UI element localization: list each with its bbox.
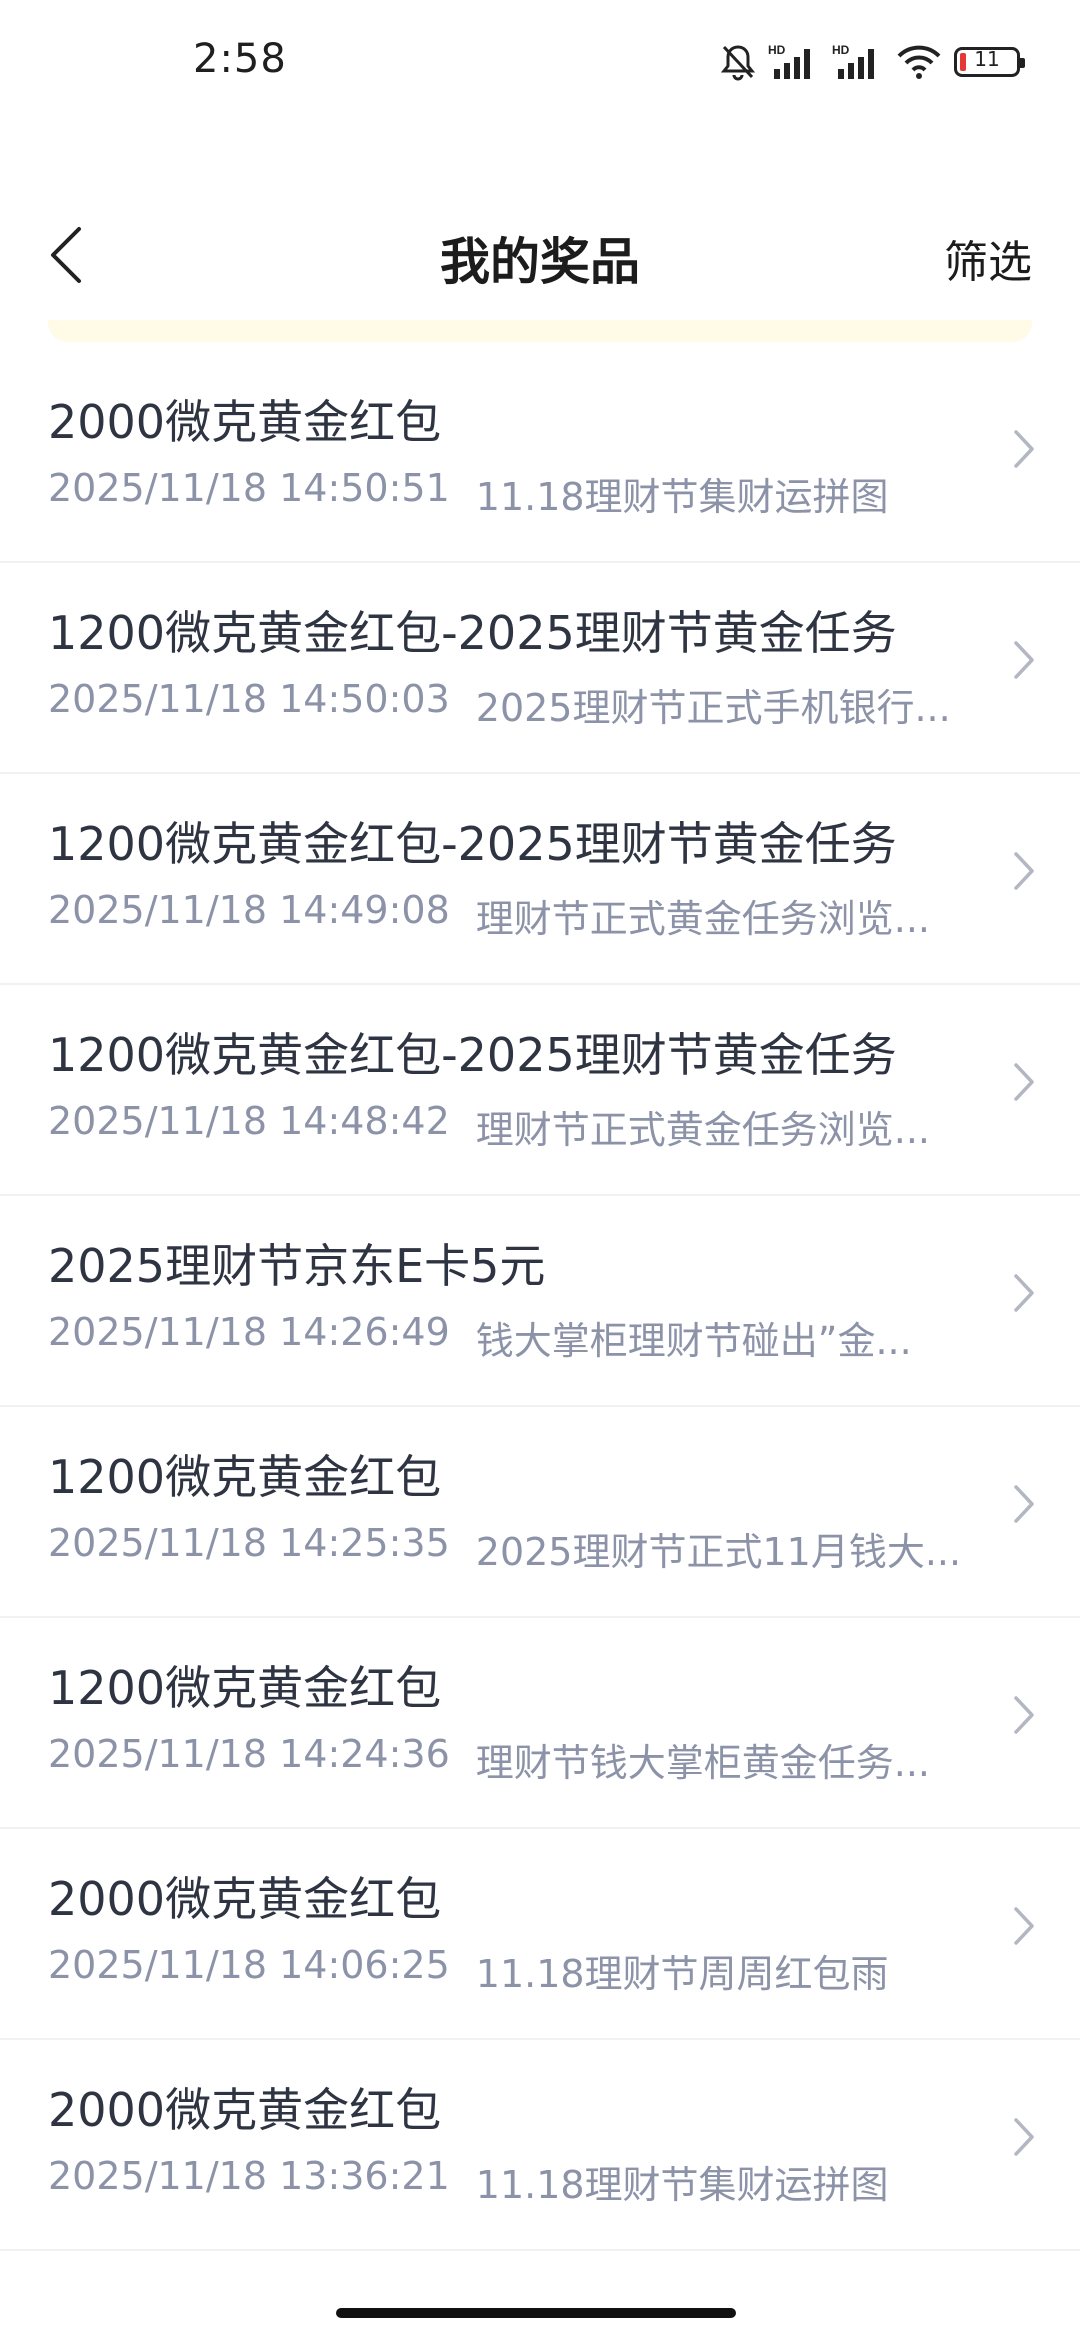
prize-time: 2025/11/18 14:26:49 xyxy=(48,1310,450,1354)
prize-subtitle: 2025/11/18 14:25:35 2025理财节正式11月钱大... xyxy=(48,1521,978,1576)
notice-strip xyxy=(48,320,1032,342)
prize-time: 2025/11/18 14:48:42 xyxy=(48,1099,450,1143)
prize-description: 理财节钱大掌柜黄金任务... xyxy=(475,1741,931,1785)
prize-row[interactable]: 2000微克黄金红包 2025/11/18 14:50:51 11.18理财节集财运… xyxy=(0,352,1080,563)
chevron-right-icon xyxy=(1014,1274,1034,1312)
chevron-right-icon xyxy=(1014,641,1034,679)
prize-description: 2025理财节正式11月钱大... xyxy=(475,1530,962,1574)
prize-row[interactable]: 1200微克黄金红包 2025/11/18 14:25:35 2025理财节正式11… xyxy=(0,1407,1080,1618)
prize-time: 2025/11/18 14:06:25 xyxy=(48,1943,450,1987)
prize-title: 1200微克黄金红包 xyxy=(48,1661,442,1715)
prize-title: 2000微克黄金红包 xyxy=(48,395,442,449)
prize-subtitle: 2025/11/18 14:50:51 11.18理财节集财运拼图 xyxy=(48,466,978,521)
prize-description: 2025理财节正式手机银行... xyxy=(475,686,951,730)
prize-title: 2000微克黄金红包 xyxy=(48,2083,442,2137)
wifi-icon xyxy=(896,44,942,80)
svg-text:HD: HD xyxy=(768,43,786,57)
prize-row[interactable]: 2025理财节京东E卡5元 2025/11/18 14:26:49 钱大掌柜理财节碰… xyxy=(0,1196,1080,1407)
prize-time: 2025/11/18 14:49:08 xyxy=(48,888,450,932)
chevron-right-icon xyxy=(1014,1485,1034,1523)
prize-row[interactable]: 2000微克黄金红包 2025/11/18 13:36:21 11.18理财节集财运… xyxy=(0,2040,1080,2251)
home-indicator[interactable] xyxy=(336,2308,736,2318)
prize-time: 2025/11/18 14:25:35 xyxy=(48,1521,450,1565)
chevron-right-icon xyxy=(1014,430,1034,468)
prize-row[interactable]: 1200微克黄金红包 2025/11/18 14:24:36 理财节钱大掌柜黄金任务… xyxy=(0,1618,1080,1829)
prize-title: 1200微克黄金红包-2025理财节黄金任务 xyxy=(48,606,897,660)
prize-description: 11.18理财节周周红包雨 xyxy=(475,1952,889,1996)
battery-level: 11 xyxy=(974,47,1000,71)
prize-title: 2025理财节京东E卡5元 xyxy=(48,1239,546,1293)
mute-bell-icon xyxy=(720,43,756,81)
prize-description: 11.18理财节集财运拼图 xyxy=(475,2163,889,2207)
prize-row[interactable]: 1200微克黄金红包-2025理财节黄金任务 2025/11/18 14:50:0… xyxy=(0,563,1080,774)
prize-row[interactable]: 1200微克黄金红包-2025理财节黄金任务 2025/11/18 14:48:4… xyxy=(0,985,1080,1196)
prize-description: 11.18理财节集财运拼图 xyxy=(475,475,889,519)
svg-text:HD: HD xyxy=(832,43,850,57)
prize-row[interactable]: 2000微克黄金红包 2025/11/18 14:06:25 11.18理财节周周红… xyxy=(0,1829,1080,2040)
prize-title: 1200微克黄金红包 xyxy=(48,1450,442,1504)
status-bar: 2:58 HD HD 11 xyxy=(0,0,1080,124)
prize-description: 理财节正式黄金任务浏览... xyxy=(475,897,931,941)
hd-signal-icon: HD xyxy=(768,43,820,81)
chevron-right-icon xyxy=(1014,2118,1034,2156)
chevron-right-icon xyxy=(1014,1063,1034,1101)
chevron-right-icon xyxy=(1014,852,1034,890)
page-title: 我的奖品 xyxy=(440,233,640,291)
prize-title: 1200微克黄金红包-2025理财节黄金任务 xyxy=(48,1028,897,1082)
prize-time: 2025/11/18 14:50:03 xyxy=(48,677,450,721)
prize-time: 2025/11/18 14:50:51 xyxy=(48,466,450,510)
prize-list: 2000微克黄金红包 2025/11/18 14:50:51 11.18理财节集财运… xyxy=(0,352,1080,2251)
prize-subtitle: 2025/11/18 14:48:42 理财节正式黄金任务浏览... xyxy=(48,1099,978,1154)
prize-subtitle: 2025/11/18 14:26:49 钱大掌柜理财节碰出”金... xyxy=(48,1310,978,1365)
prize-subtitle: 2025/11/18 14:49:08 理财节正式黄金任务浏览... xyxy=(48,888,978,943)
prize-title: 2000微克黄金红包 xyxy=(48,1872,442,1926)
prize-subtitle: 2025/11/18 14:06:25 11.18理财节周周红包雨 xyxy=(48,1943,978,1998)
prize-row[interactable]: 1200微克黄金红包-2025理财节黄金任务 2025/11/18 14:49:0… xyxy=(0,774,1080,985)
hd-signal-icon: HD xyxy=(832,43,884,81)
prize-title: 1200微克黄金红包-2025理财节黄金任务 xyxy=(48,817,897,871)
prize-subtitle: 2025/11/18 14:24:36 理财节钱大掌柜黄金任务... xyxy=(48,1732,978,1787)
battery-icon: 11 xyxy=(954,47,1025,77)
status-icons: HD HD 11 xyxy=(720,40,1025,84)
prize-description: 钱大掌柜理财节碰出”金... xyxy=(475,1319,912,1363)
prize-description: 理财节正式黄金任务浏览... xyxy=(475,1108,931,1152)
chevron-right-icon xyxy=(1014,1696,1034,1734)
chevron-right-icon xyxy=(1014,1907,1034,1945)
prize-time: 2025/11/18 14:24:36 xyxy=(48,1732,450,1776)
filter-button[interactable]: 筛选 xyxy=(944,226,1032,290)
prize-time: 2025/11/18 13:36:21 xyxy=(48,2154,450,2198)
prize-subtitle: 2025/11/18 13:36:21 11.18理财节集财运拼图 xyxy=(48,2154,978,2209)
prize-subtitle: 2025/11/18 14:50:03 2025理财节正式手机银行... xyxy=(48,677,978,732)
nav-bar: 我的奖品 筛选 xyxy=(0,200,1080,310)
status-time: 2:58 xyxy=(193,36,287,82)
